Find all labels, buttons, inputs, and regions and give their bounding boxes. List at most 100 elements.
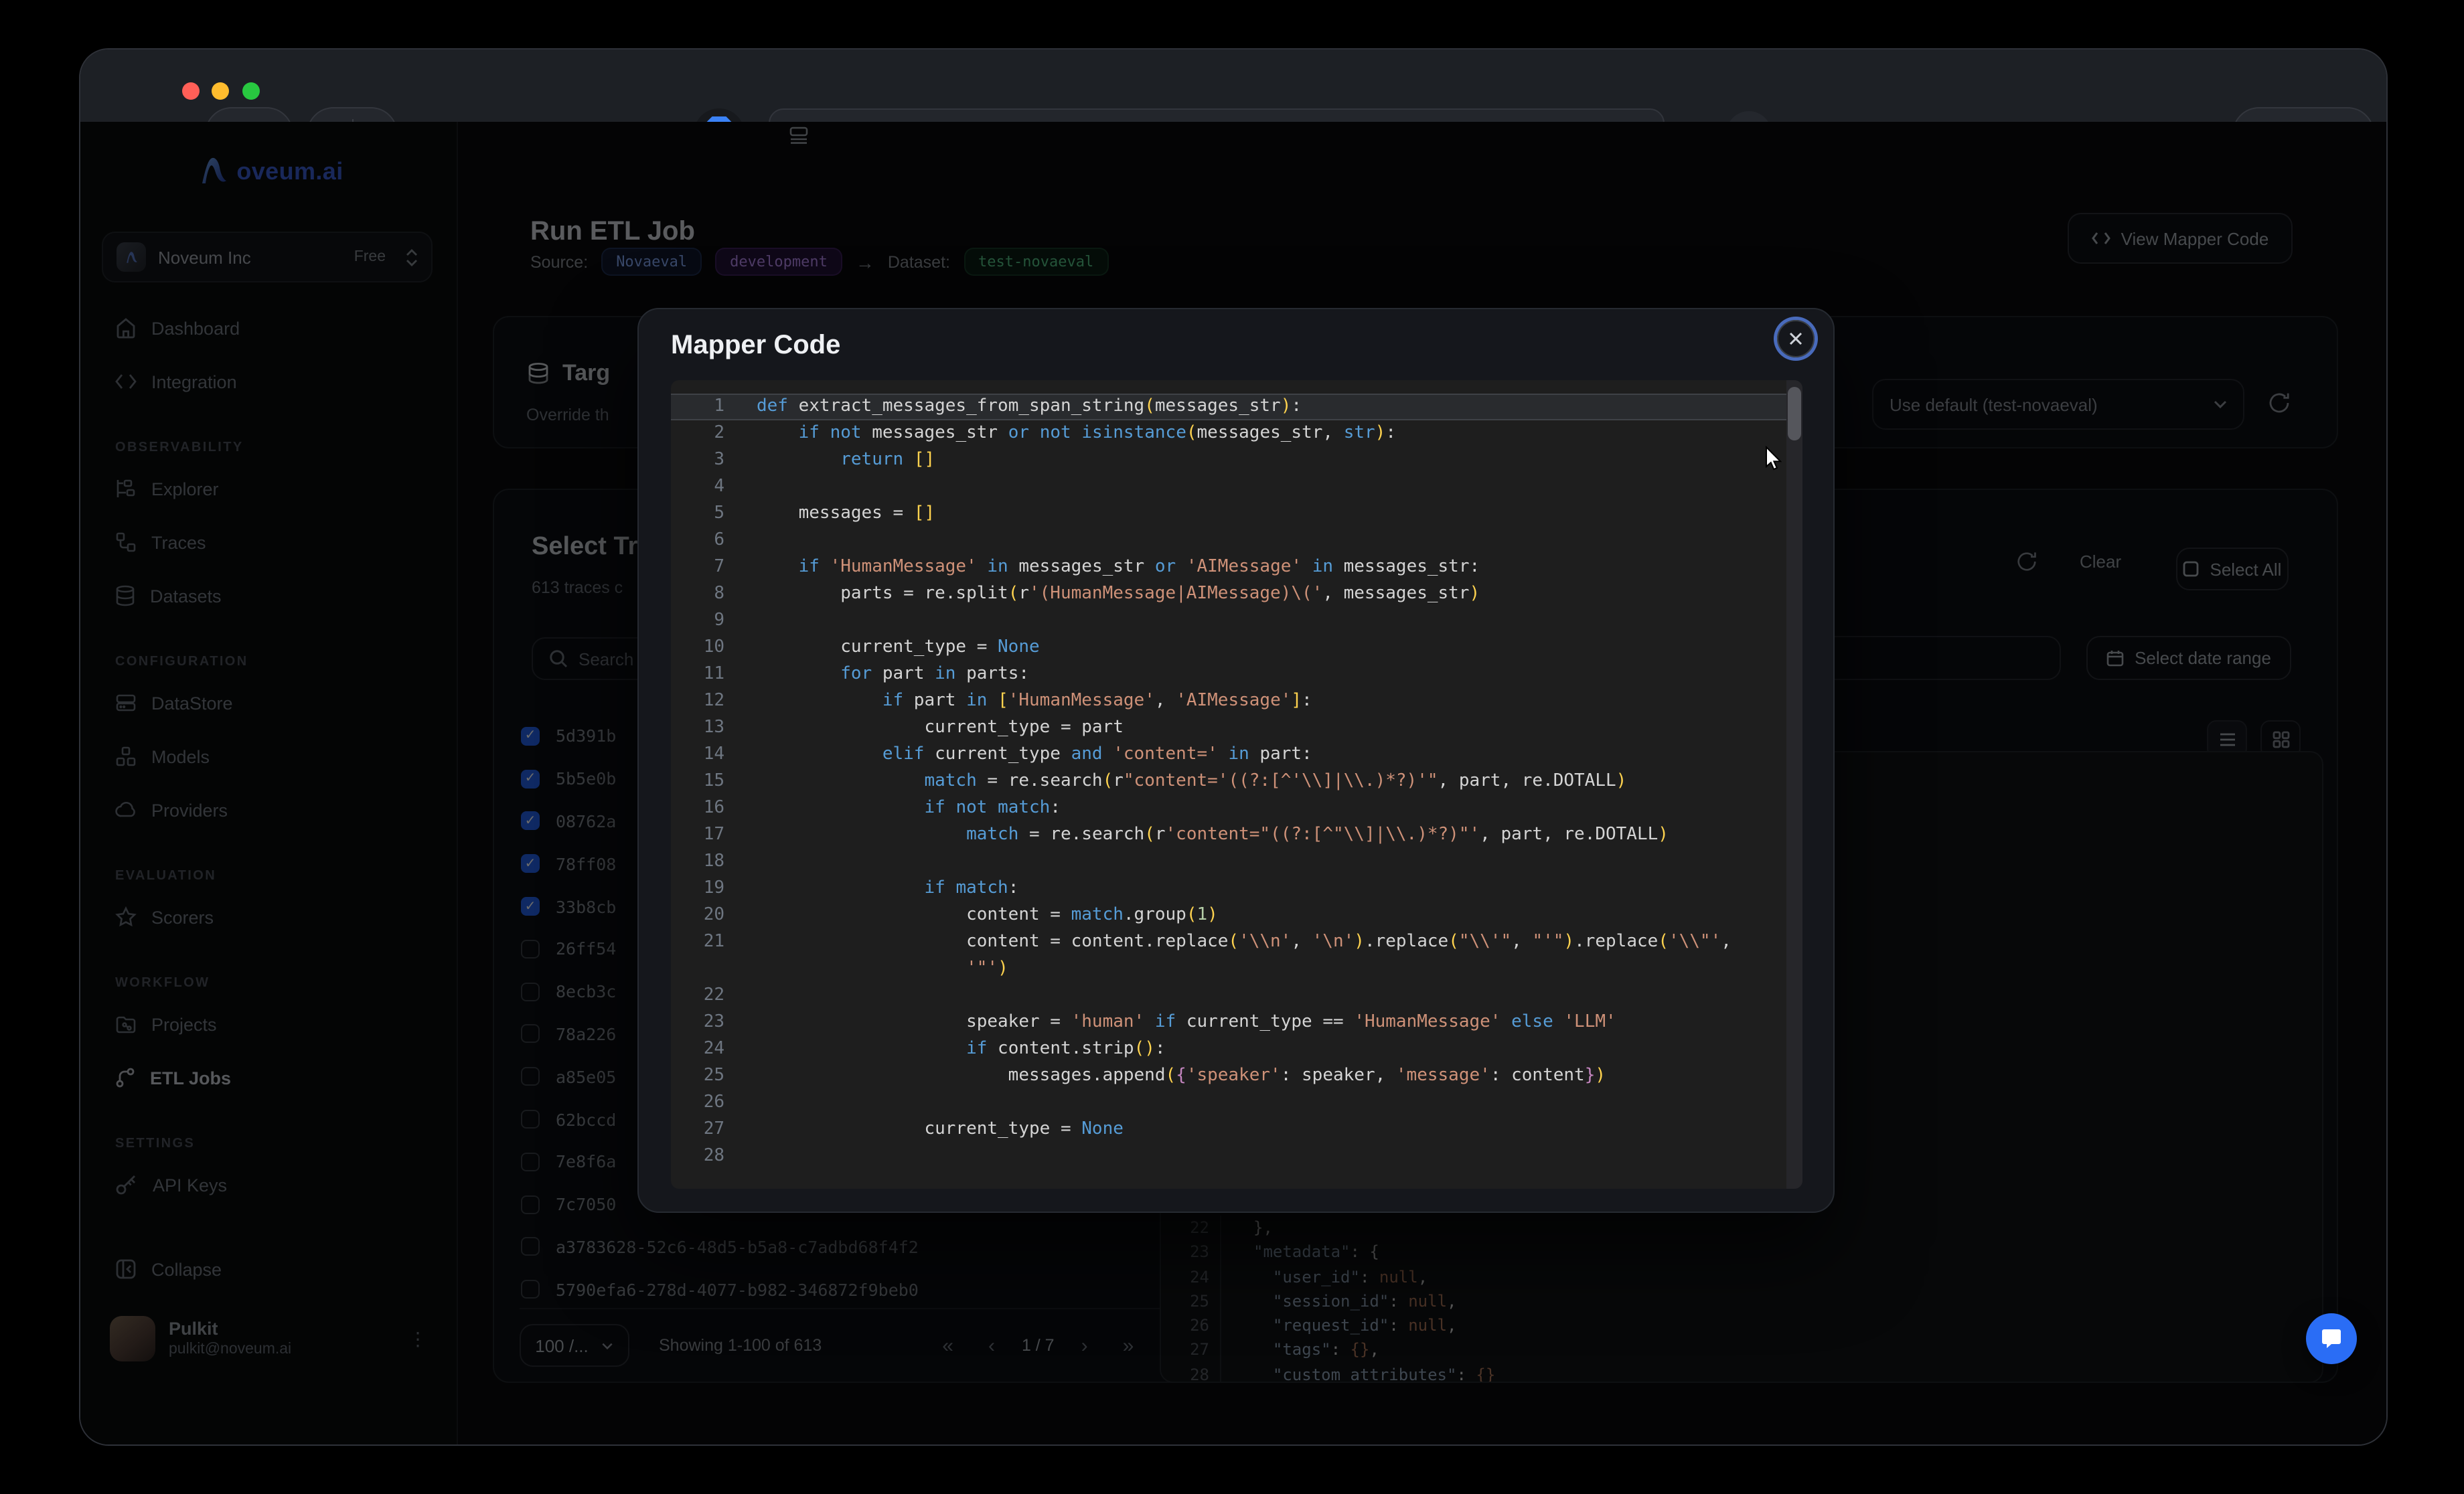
code-line: 23 speaker = 'human' if current_type == … (671, 1009, 1786, 1036)
code-lines: 1def extract_messages_from_span_string(m… (671, 394, 1786, 1170)
line-number: 7 (671, 554, 741, 581)
code-text: current_type = part (741, 715, 1124, 742)
code-line: 1def extract_messages_from_span_string(m… (671, 394, 1786, 420)
mapper-code-modal: Mapper Code 1def extract_messages_from_s… (637, 308, 1835, 1213)
line-number: 5 (671, 501, 741, 527)
line-number: 3 (671, 447, 741, 474)
line-number: 11 (671, 661, 741, 688)
line-number: 21 (671, 929, 741, 956)
line-number: 4 (671, 474, 741, 501)
code-line: 27 current_type = None (671, 1116, 1786, 1143)
code-text (741, 474, 757, 501)
scrollbar-thumb[interactable] (1788, 387, 1801, 440)
code-line: 7 if 'HumanMessage' in messages_str or '… (671, 554, 1786, 581)
code-text (741, 849, 757, 876)
code-text (741, 1090, 757, 1116)
code-text (741, 527, 757, 554)
line-number: 23 (671, 1009, 741, 1036)
zoom-window-button[interactable] (242, 82, 260, 99)
line-number: 16 (671, 795, 741, 822)
code-line: 17 match = re.search(r'content="((?:[^"\… (671, 822, 1786, 849)
code-text: '"') (741, 956, 1008, 983)
code-line: 9 (671, 608, 1786, 635)
line-number: 2 (671, 420, 741, 447)
code-text: if part in ['HumanMessage', 'AIMessage']… (741, 688, 1312, 715)
line-number: 15 (671, 768, 741, 795)
code-text: elif current_type and 'content=' in part… (741, 742, 1312, 768)
code-text: if match: (741, 876, 1018, 902)
line-number: 13 (671, 715, 741, 742)
code-text: content = match.group(1) (741, 902, 1218, 929)
code-text (741, 1143, 757, 1170)
code-line: 10 current_type = None (671, 635, 1786, 661)
chat-launcher-button[interactable] (2306, 1313, 2357, 1364)
code-text: if content.strip(): (741, 1036, 1166, 1063)
line-number: 10 (671, 635, 741, 661)
code-line: 2 if not messages_str or not isinstance(… (671, 420, 1786, 447)
code-text: if not messages_str or not isinstance(me… (741, 420, 1396, 447)
mouse-cursor (1765, 446, 1782, 471)
line-number: 8 (671, 581, 741, 608)
line-number: 18 (671, 849, 741, 876)
browser-window: beta.noveum.ai (79, 48, 2388, 1446)
code-viewer[interactable]: 1def extract_messages_from_span_string(m… (671, 380, 1802, 1189)
chat-bubble-icon (2319, 1327, 2343, 1350)
line-number: 25 (671, 1063, 741, 1090)
modal-close-button[interactable] (1777, 320, 1815, 357)
code-line: 28 (671, 1143, 1786, 1170)
web-page: oveum.ai Noveum Inc Free DashboardIntegr… (80, 122, 2386, 1444)
code-line: 15 match = re.search(r"content='((?:[^'\… (671, 768, 1786, 795)
code-line: 25 messages.append({'speaker': speaker, … (671, 1063, 1786, 1090)
code-line: 13 current_type = part (671, 715, 1786, 742)
code-line: 16 if not match: (671, 795, 1786, 822)
code-text: return [] (741, 447, 935, 474)
close-icon (1789, 332, 1802, 345)
code-text (741, 983, 757, 1009)
scrollbar-track[interactable] (1786, 380, 1802, 1189)
code-line: 5 messages = [] (671, 501, 1786, 527)
close-window-button[interactable] (182, 82, 200, 99)
code-line: 22 (671, 983, 1786, 1009)
line-number: 1 (671, 394, 741, 420)
line-number (671, 956, 741, 983)
code-text: messages = [] (741, 501, 935, 527)
code-text: content = content.replace('\\n', '\n').r… (741, 929, 1731, 956)
code-line: 19 if match: (671, 876, 1786, 902)
code-line: 14 elif current_type and 'content=' in p… (671, 742, 1786, 768)
line-number: 26 (671, 1090, 741, 1116)
code-text: for part in parts: (741, 661, 1029, 688)
code-line: 18 (671, 849, 1786, 876)
code-line: 26 (671, 1090, 1786, 1116)
code-text: if not match: (741, 795, 1061, 822)
line-number: 20 (671, 902, 741, 929)
code-text: speaker = 'human' if current_type == 'Hu… (741, 1009, 1616, 1036)
line-number: 19 (671, 876, 741, 902)
browser-toolbar: beta.noveum.ai (80, 50, 2386, 123)
modal-title: Mapper Code (671, 331, 840, 361)
code-line: 20 content = match.group(1) (671, 902, 1786, 929)
code-text: current_type = None (741, 1116, 1124, 1143)
code-text: match = re.search(r"content='((?:[^'\\]|… (741, 768, 1626, 795)
line-number: 28 (671, 1143, 741, 1170)
line-number: 17 (671, 822, 741, 849)
line-number: 9 (671, 608, 741, 635)
line-number: 22 (671, 983, 741, 1009)
code-line: 3 return [] (671, 447, 1786, 474)
line-number: 6 (671, 527, 741, 554)
minimize-window-button[interactable] (212, 82, 229, 99)
code-line: 12 if part in ['HumanMessage', 'AIMessag… (671, 688, 1786, 715)
line-number: 24 (671, 1036, 741, 1063)
code-line: 8 parts = re.split(r'(HumanMessage|AIMes… (671, 581, 1786, 608)
line-number: 14 (671, 742, 741, 768)
code-text: parts = re.split(r'(HumanMessage|AIMessa… (741, 581, 1480, 608)
code-line: 4 (671, 474, 1786, 501)
code-line: 6 (671, 527, 1786, 554)
code-line: 11 for part in parts: (671, 661, 1786, 688)
code-text: match = re.search(r'content="((?:[^"\\]|… (741, 822, 1669, 849)
code-text: current_type = None (741, 635, 1040, 661)
screenshot-stage: beta.noveum.ai (0, 0, 2464, 1494)
code-text: messages.append({'speaker': speaker, 'me… (741, 1063, 1606, 1090)
code-text (741, 608, 757, 635)
code-text: if 'HumanMessage' in messages_str or 'AI… (741, 554, 1480, 581)
code-line: '"') (671, 956, 1786, 983)
